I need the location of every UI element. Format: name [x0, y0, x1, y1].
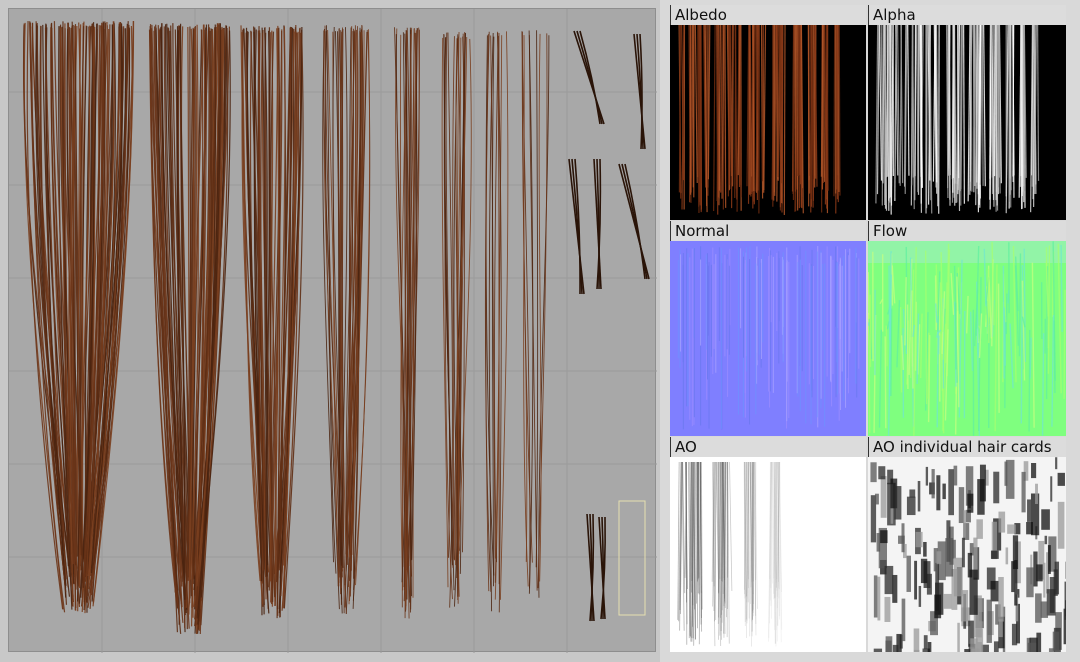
hair-card	[394, 27, 420, 619]
albedo-texture	[670, 25, 866, 220]
small-hair-card	[586, 513, 595, 622]
hair-card	[521, 30, 550, 598]
normal-panel: Normal	[670, 221, 866, 436]
ao-cards-texture	[868, 457, 1066, 652]
hair-card	[22, 21, 135, 614]
hair-card	[322, 25, 371, 615]
albedo-label: Albedo	[670, 5, 866, 25]
small-hair-card	[568, 158, 585, 295]
uv-atlas-viewport	[0, 0, 660, 662]
hair-card	[240, 25, 304, 619]
small-hair-card	[598, 516, 606, 620]
small-hair-card	[618, 163, 650, 280]
flow-texture	[868, 241, 1066, 436]
flow-label: Flow	[868, 221, 1066, 241]
ao-cards-label: AO individual hair cards	[868, 437, 1066, 457]
alpha-panel: Alpha	[868, 5, 1066, 220]
hair-card	[441, 31, 472, 608]
flow-panel: Flow	[868, 221, 1066, 436]
hair-strands-canvas	[9, 9, 657, 653]
hair-card-atlas	[8, 8, 657, 653]
ao-cards-panel: AO individual hair cards	[868, 437, 1066, 652]
small-hair-card	[573, 30, 605, 125]
albedo-panel: Albedo	[670, 5, 866, 220]
ao-panel: AO	[670, 437, 866, 652]
normal-texture	[670, 241, 866, 436]
ao-label: AO	[670, 437, 866, 457]
alpha-label: Alpha	[868, 5, 1066, 25]
ao-texture	[670, 457, 866, 652]
alpha-texture	[868, 25, 1066, 220]
small-hair-card	[593, 158, 602, 290]
hair-card	[148, 23, 231, 635]
hair-card	[485, 31, 509, 613]
normal-label: Normal	[670, 221, 866, 241]
selection-box	[618, 500, 646, 616]
